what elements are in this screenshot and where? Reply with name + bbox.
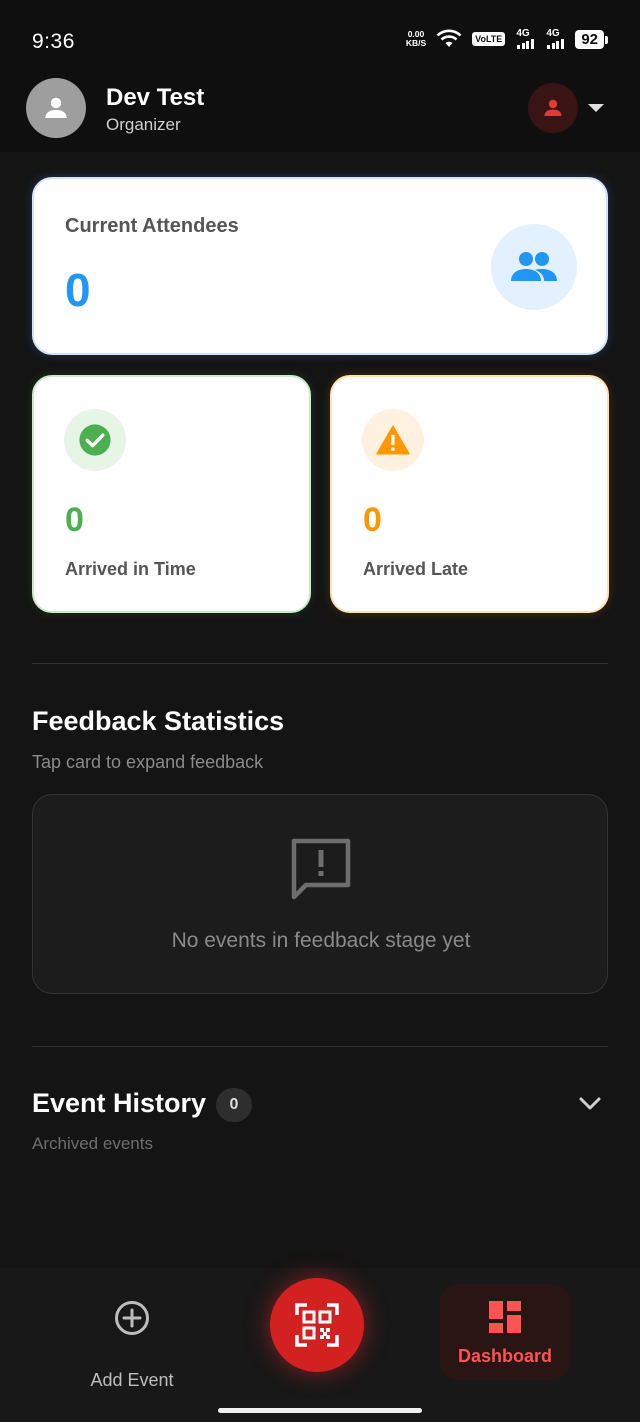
status-icons: 0.00 KB/S VoLTE 4G 4G 92: [406, 28, 608, 50]
event-history-count-badge: 0: [216, 1088, 252, 1122]
feedback-empty-message: No events in feedback stage yet: [171, 929, 471, 952]
user-name: Dev Test: [106, 84, 205, 111]
user-role: Organizer: [106, 115, 181, 134]
nav-dashboard-label: Dashboard: [457, 1346, 553, 1366]
home-indicator[interactable]: [218, 1408, 422, 1413]
profile-menu-button[interactable]: [528, 83, 578, 133]
arrived-in-time-card[interactable]: 0 Arrived in Time: [32, 375, 311, 613]
current-attendees-card[interactable]: Current Attendees 0: [32, 177, 608, 355]
chevron-down-icon: [579, 1097, 601, 1110]
divider: [32, 663, 608, 664]
warning-icon: [362, 409, 424, 471]
group-icon: [491, 224, 577, 310]
arrived-late-card[interactable]: 0 Arrived Late: [330, 375, 609, 613]
status-bar: 9:36 0.00 KB/S VoLTE 4G 4G 92: [0, 0, 640, 76]
person-icon: [45, 97, 67, 118]
arrived-in-time-label: Arrived in Time: [65, 559, 196, 579]
arrived-in-time-value: 0: [65, 501, 84, 539]
nav-add-event[interactable]: Add Event: [66, 1292, 198, 1390]
avatar[interactable]: [26, 78, 86, 138]
sim1-signal-icon: 4G: [515, 28, 535, 50]
arrived-late-value: 0: [363, 501, 382, 539]
qr-scan-icon: [295, 1303, 339, 1347]
nav-add-event-label: Add Event: [90, 1370, 174, 1390]
network-speed: 0.00 KB/S: [406, 30, 426, 48]
app-header: Dev Test Organizer: [0, 76, 640, 152]
current-attendees-label: Current Attendees: [65, 215, 239, 237]
check-circle-icon: [64, 409, 126, 471]
feedback-empty-card[interactable]: No events in feedback stage yet: [32, 794, 608, 994]
feedback-alert-icon: [291, 838, 351, 900]
event-history-subtitle: Archived events: [32, 1134, 153, 1153]
person-icon: [544, 99, 562, 116]
feedback-subtitle: Tap card to expand feedback: [32, 752, 264, 772]
bottom-navigation: Add Event Dashboard: [0, 1268, 640, 1422]
scan-qr-button[interactable]: [270, 1278, 364, 1372]
sim2-label: 4G: [546, 28, 560, 39]
feedback-title: Feedback Statistics: [32, 706, 285, 736]
expand-history-button[interactable]: [574, 1088, 606, 1120]
divider: [32, 1046, 608, 1047]
status-time: 9:36: [32, 30, 75, 53]
sim1-label: 4G: [516, 28, 530, 39]
volte-badge: VoLTE: [472, 32, 506, 46]
wifi-icon: [436, 29, 462, 47]
nav-dashboard[interactable]: Dashboard: [440, 1284, 570, 1380]
current-attendees-value: 0: [65, 264, 91, 316]
add-circle-icon: [115, 1301, 149, 1335]
caret-down-icon[interactable]: [588, 104, 604, 112]
dashboard-icon: [489, 1301, 521, 1333]
arrived-late-label: Arrived Late: [363, 559, 469, 579]
event-history-title[interactable]: Event History: [32, 1088, 206, 1119]
network-speed-unit: KB/S: [405, 38, 427, 48]
battery-indicator: 92: [575, 29, 608, 49]
sim2-signal-icon: 4G: [545, 28, 565, 50]
